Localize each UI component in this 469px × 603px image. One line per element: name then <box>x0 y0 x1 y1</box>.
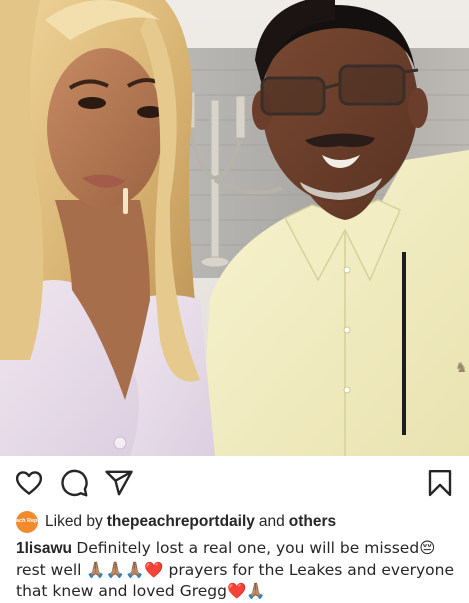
liked-by-prefix: Liked by <box>45 513 103 530</box>
action-bar <box>0 456 469 510</box>
caption-username-link[interactable]: 1lisawu <box>16 540 72 557</box>
bookmark-icon <box>428 469 452 497</box>
heart-icon <box>15 471 43 495</box>
liked-by-joiner: and <box>258 513 285 530</box>
comment-button[interactable] <box>59 468 89 498</box>
post-photo[interactable]: ♞ <box>0 0 469 456</box>
photo-image: ♞ <box>0 0 469 456</box>
instagram-post: ♞ ach Rep Liked by thepeachreportdaily a… <box>0 0 469 600</box>
paper-plane-icon <box>105 470 133 496</box>
caption-text: Definitely lost a real one, you will be … <box>16 539 455 600</box>
liked-by-others-link[interactable]: others <box>289 513 336 531</box>
save-button[interactable] <box>425 468 455 498</box>
liked-by-user-link[interactable]: thepeachreportdaily <box>107 513 255 531</box>
comment-bubble-icon <box>61 469 88 497</box>
liker-avatar[interactable]: Peach Report <box>16 511 38 533</box>
share-button[interactable] <box>104 468 134 498</box>
likes-summary: Peach Report Liked by thepeachreportdail… <box>16 510 336 534</box>
post-caption: 1lisawu Definitely lost a real one, you … <box>16 538 456 603</box>
svg-text:♞: ♞ <box>455 360 468 376</box>
like-button[interactable] <box>14 468 44 498</box>
